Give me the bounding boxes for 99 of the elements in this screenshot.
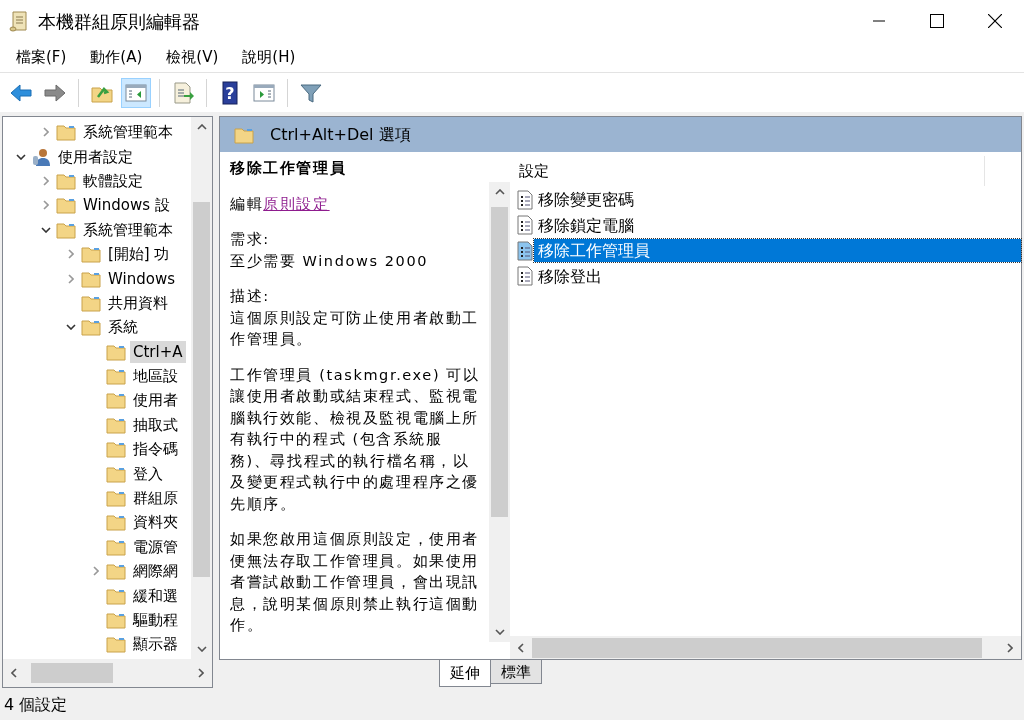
tree-item[interactable]: 軟體設定 (80, 169, 146, 192)
toolbar-button[interactable]: ? (215, 77, 245, 108)
tree-item[interactable]: 指令碼 (130, 438, 181, 461)
horizontal-scrollbar[interactable] (510, 636, 1021, 659)
folder-icon (81, 318, 101, 337)
tree-item[interactable]: 系統 (105, 316, 141, 339)
description-label: 描述: (230, 287, 271, 306)
horizontal-scrollbar[interactable] (3, 659, 212, 687)
folder-icon (81, 245, 101, 264)
chevron-down-icon[interactable] (66, 324, 76, 331)
chevron-right-icon[interactable] (68, 273, 74, 284)
tree-item[interactable]: 抽取式 (130, 413, 181, 436)
folder-icon (56, 123, 76, 142)
folder-icon (106, 537, 126, 556)
menu-item[interactable]: 檔案(F) (8, 43, 75, 71)
folder-icon (106, 611, 126, 629)
setting-icon (516, 240, 534, 261)
folder-icon (106, 513, 126, 532)
folder-icon (81, 293, 101, 312)
setting-item[interactable]: 移除變更密碼 (534, 188, 1021, 212)
chevron-right-icon[interactable] (68, 249, 74, 260)
tree-item[interactable]: 電源管 (130, 535, 181, 558)
requirement-label: 需求: (230, 230, 271, 249)
edit-label: 編輯 (230, 195, 264, 212)
scroll-up-icon[interactable] (494, 189, 505, 195)
column-header[interactable]: 設定 (519, 159, 549, 183)
status-text: 4 個設定 (4, 694, 68, 716)
scroll-down-icon[interactable] (494, 629, 505, 635)
policy-settings-link[interactable]: 原則設定 (263, 195, 330, 212)
vertical-scrollbar[interactable] (191, 117, 212, 659)
toolbar-button[interactable] (121, 77, 151, 108)
folder-icon (106, 415, 126, 434)
folder-icon (106, 391, 126, 410)
setting-icon (516, 189, 534, 210)
tree-item[interactable]: 使用者設定 (55, 145, 136, 168)
tree-item[interactable]: 地區設 (130, 365, 181, 388)
tree-item[interactable]: 緩和選 (130, 584, 181, 607)
menu-item[interactable]: 說明(H) (234, 43, 304, 71)
vertical-scrollbar[interactable] (489, 182, 510, 642)
tree-item[interactable]: Windows (105, 267, 178, 290)
requirement-text: 至少需要 Windows 2000 (230, 251, 430, 271)
tree-item[interactable]: 系統管理範本 (80, 121, 176, 144)
description-text: 如果您啟用這個原則設定，使用者便無法存取工作管理員。如果使用者嘗試啟動工作管理員，會出現訊息，說明某個原則禁止執行這個動作。 (230, 530, 480, 635)
menu-item[interactable]: 檢視(V) (158, 43, 227, 71)
setting-item[interactable]: 移除工作管理員 (534, 239, 1021, 263)
tree-item[interactable]: 群組原 (130, 487, 181, 510)
folder-icon (106, 635, 126, 654)
tab[interactable]: 標準 (490, 660, 542, 684)
setting-icon (516, 215, 534, 236)
setting-item[interactable]: 移除鎖定電腦 (534, 213, 1021, 237)
folder-icon (106, 367, 126, 386)
folder-icon (56, 196, 76, 215)
folder-icon (56, 220, 76, 239)
tree-item[interactable]: 共用資料 (105, 291, 171, 314)
tree-item[interactable]: 系統管理範本 (80, 218, 176, 241)
tree-item[interactable]: 資料夾 (130, 511, 181, 534)
folder-icon (56, 171, 76, 190)
tree-item[interactable]: Windows 設 (80, 194, 173, 217)
setting-item[interactable]: 移除登出 (534, 264, 1021, 288)
scroll-right-icon[interactable] (1007, 642, 1013, 653)
export-list-icon (171, 80, 195, 105)
scroll-left-icon[interactable] (11, 668, 17, 678)
chevron-right-icon[interactable] (43, 127, 49, 138)
tree-item[interactable]: 使用者 (130, 389, 181, 412)
scroll-icon (8, 9, 30, 33)
description-text: 這個原則設定可防止使用者啟動工作管理員。 (230, 308, 480, 349)
menu-item[interactable]: 動作(A) (82, 43, 151, 71)
scroll-down-icon[interactable] (196, 646, 207, 652)
scroll-left-icon[interactable] (518, 642, 524, 653)
chevron-right-icon[interactable] (93, 566, 99, 577)
folder-icon (106, 342, 126, 361)
folder-icon (106, 586, 126, 605)
tree-item[interactable]: 登入 (130, 462, 166, 485)
folder-icon (234, 125, 254, 144)
tree-item[interactable]: Ctrl+A (130, 340, 186, 363)
chevron-right-icon[interactable] (43, 175, 49, 186)
tree-item[interactable]: 驅動程 (130, 609, 181, 631)
maximize-icon (930, 14, 944, 28)
scroll-right-icon[interactable] (198, 668, 204, 678)
description-text: 工作管理員 (taskmgr.exe) 可以讓使用者啟動或結束程式、監視電腦執行效能、檢視及監視電腦上所有執行中的程式 (包含系統服務)、尋找程式的執行檔名稱，以及變更程式執行中的處理程序之優先順序。 (230, 365, 481, 514)
close-icon (988, 14, 1002, 28)
tab[interactable]: 延伸 (439, 660, 491, 687)
chevron-down-icon[interactable] (41, 226, 51, 233)
setting-icon (516, 266, 534, 287)
user-icon (31, 146, 51, 167)
scroll-up-icon[interactable] (196, 124, 207, 130)
folder-icon (106, 464, 126, 483)
folder-icon (81, 269, 101, 288)
chevron-down-icon[interactable] (16, 153, 26, 160)
window-title: 本機群組原則編輯器 (38, 9, 200, 34)
folder-icon (106, 562, 126, 581)
tree-item[interactable]: 網際網 (130, 560, 181, 583)
folder-icon (106, 489, 126, 508)
chevron-right-icon[interactable] (43, 200, 49, 211)
folder-icon (106, 440, 126, 459)
tree-item[interactable]: [開始] 功 (105, 243, 173, 266)
header-title: Ctrl+Alt+Del 選項 (270, 123, 411, 146)
policy-title: 移除工作管理員 (230, 159, 348, 178)
tree-item[interactable]: 顯示器 (130, 633, 181, 656)
